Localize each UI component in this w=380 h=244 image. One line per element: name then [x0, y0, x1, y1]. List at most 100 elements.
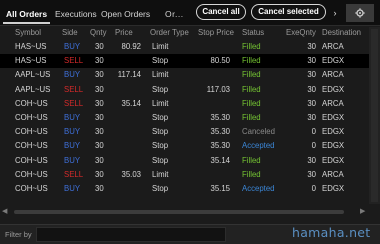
stop-price-cell: 35.30: [210, 141, 230, 151]
order-type-cell: Stop: [152, 113, 169, 122]
qnty-cell: 30: [95, 113, 104, 122]
table-row[interactable]: AAPL~US SELL 30 Stop 117.03 Filled 30 EDGX: [0, 83, 380, 97]
gear-icon: [355, 8, 365, 18]
qnty-cell: 30: [95, 84, 104, 94]
qnty-cell: 30: [95, 155, 104, 165]
chevron-left-icon[interactable]: ◀: [2, 208, 10, 216]
destination-cell: EDGX: [322, 155, 345, 165]
tab-all-orders[interactable]: All Orders: [3, 5, 51, 24]
status-cell: Filled: [242, 42, 261, 51]
settings-button[interactable]: [346, 4, 374, 22]
order-window: All Orders Executions Open Orders Or... …: [0, 0, 380, 244]
scrollbar-thumb[interactable]: [14, 210, 344, 214]
status-cell: Filled: [242, 70, 261, 80]
side-cell: BUY: [64, 184, 81, 193]
status-cell: Filled: [242, 155, 261, 165]
stop-price-cell: 35.14: [210, 155, 230, 165]
table-row[interactable]: COH~US BUY 30 Stop 35.30 Filled 30 EDGX: [0, 111, 380, 125]
qnty-cell: 30: [95, 141, 104, 151]
exe-qnty-cell: 30: [307, 70, 316, 80]
filter-input[interactable]: [36, 227, 226, 242]
status-cell: Filled: [242, 98, 261, 108]
tab-open-orders[interactable]: Open Orders: [98, 5, 153, 23]
tab-overflow[interactable]: Or...: [162, 5, 187, 23]
status-cell: Accepted: [242, 141, 275, 151]
table-row[interactable]: COH~US BUY 30 Stop 35.15 Accepted 0 EDGX: [0, 182, 380, 196]
stop-price-cell: 117.03: [206, 84, 230, 94]
side-cell: SELL: [64, 56, 84, 66]
chevron-right-icon[interactable]: ›: [330, 5, 340, 21]
destination-cell: ARCA: [322, 98, 344, 108]
symbol-cell: COH~US: [15, 113, 48, 122]
qnty-cell: 30: [95, 169, 104, 179]
destination-cell: ARCA: [322, 169, 344, 179]
table-row[interactable]: COH~US BUY 30 Stop 35.30 Accepted 0 EDGX: [0, 139, 380, 153]
column-header-status[interactable]: Status: [242, 27, 264, 39]
qnty-cell: 30: [95, 70, 104, 80]
table-row[interactable]: COH~US BUY 30 Stop 35.30 Canceled 0 EDGX: [0, 125, 380, 139]
destination-cell: ARCA: [322, 42, 344, 51]
status-cell: Filled: [242, 169, 261, 179]
column-header-stop-price[interactable]: Stop Price: [198, 27, 234, 39]
stop-price-cell: 80.50: [210, 56, 230, 66]
exe-qnty-cell: 30: [307, 155, 316, 165]
symbol-cell: COH~US: [15, 141, 48, 151]
cancel-all-button[interactable]: Cancel all: [196, 4, 246, 20]
status-cell: Filled: [242, 84, 261, 94]
status-cell: Accepted: [242, 184, 275, 193]
exe-qnty-cell: 0: [311, 184, 316, 193]
order-type-cell: Stop: [152, 84, 169, 94]
tab-bar: All Orders Executions Open Orders Or... …: [0, 0, 380, 26]
watermark-text: hamaha.net: [292, 225, 371, 240]
symbol-cell: COH~US: [15, 98, 48, 108]
destination-cell: EDGX: [322, 56, 345, 66]
tab-executions[interactable]: Executions: [52, 5, 100, 23]
destination-cell: ARCA: [322, 70, 344, 80]
symbol-cell: COH~US: [15, 155, 48, 165]
scrollbar-track: [371, 29, 378, 202]
order-type-cell: Stop: [152, 56, 169, 66]
vertical-scrollbar[interactable]: [369, 27, 380, 204]
exe-qnty-cell: 30: [307, 113, 316, 122]
destination-cell: EDGX: [322, 127, 345, 137]
horizontal-scrollbar[interactable]: ◀ ▶: [0, 205, 370, 219]
status-cell: Filled: [242, 56, 261, 66]
destination-cell: EDGX: [322, 84, 345, 94]
order-type-cell: Stop: [152, 155, 169, 165]
side-cell: BUY: [64, 42, 81, 51]
column-header-qnty[interactable]: Qnty: [90, 27, 106, 39]
cancel-selected-button[interactable]: Cancel selected: [251, 4, 326, 20]
stop-price-cell: 35.30: [210, 127, 230, 137]
price-cell: 35.14: [121, 98, 141, 108]
column-header-symbol[interactable]: Symbol: [15, 27, 41, 39]
qnty-cell: 30: [95, 42, 104, 51]
side-cell: SELL: [64, 84, 84, 94]
order-type-cell: Limit: [152, 169, 169, 179]
symbol-cell: COH~US: [15, 184, 48, 193]
side-cell: SELL: [64, 169, 84, 179]
qnty-cell: 30: [95, 184, 104, 193]
table-row[interactable]: COH~US BUY 30 Stop 35.14 Filled 30 EDGX: [0, 154, 380, 168]
table-row[interactable]: COH~US SELL 30 35.03 Limit Filled 30 ARCA: [0, 168, 380, 182]
exe-qnty-cell: 0: [311, 127, 316, 137]
side-cell: BUY: [64, 155, 81, 165]
symbol-cell: HAS~US: [15, 56, 47, 66]
side-cell: BUY: [64, 141, 81, 151]
column-header-side[interactable]: Side: [62, 27, 78, 39]
column-header-price[interactable]: Price: [115, 27, 133, 39]
exe-qnty-cell: 30: [307, 42, 316, 51]
column-header-order-type[interactable]: Order Type: [150, 27, 189, 39]
column-header-destination[interactable]: Destination: [322, 27, 361, 39]
table-row[interactable]: COH~US SELL 30 35.14 Limit Filled 30 ARCA: [0, 97, 380, 111]
exe-qnty-cell: 30: [307, 84, 316, 94]
side-cell: SELL: [64, 98, 84, 108]
table-row[interactable]: HAS~US SELL 30 Stop 80.50 Filled 30 EDGX: [0, 54, 380, 69]
table-row[interactable]: AAPL~US BUY 30 117.14 Limit Filled 30 ARCA: [0, 68, 380, 82]
chevron-right-icon[interactable]: ▶: [360, 208, 368, 216]
exe-qnty-cell: 30: [307, 169, 316, 179]
status-cell: Canceled: [242, 127, 275, 137]
column-header-exe-qnty[interactable]: ExeQnty: [286, 27, 316, 39]
order-type-cell: Limit: [152, 42, 169, 51]
price-cell: 35.03: [121, 169, 141, 179]
table-row[interactable]: HAS~US BUY 30 80.92 Limit Filled 30 ARCA: [0, 40, 380, 54]
